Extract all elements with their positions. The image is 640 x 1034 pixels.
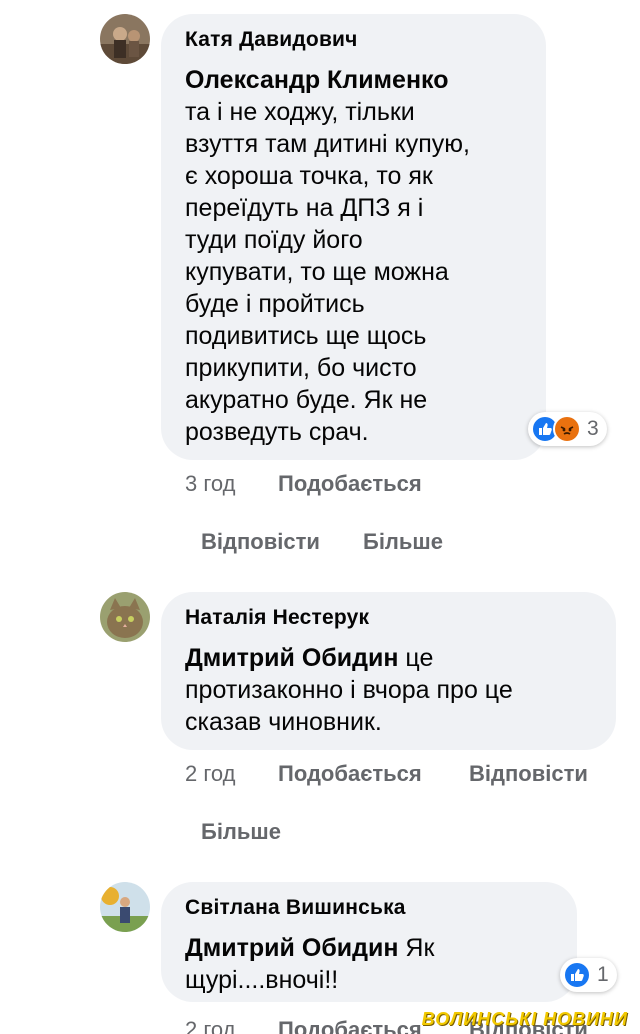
comment-text: Дмитрий Обидин Як щурі....вночі!! <box>185 932 553 996</box>
avatar[interactable] <box>100 14 150 64</box>
comment-line: та і не ходжу, тільки <box>185 98 415 126</box>
comment-bubble: Наталія Нестерук Дмитрий Обидин це проти… <box>161 592 616 750</box>
like-button[interactable]: Подобається <box>278 471 422 497</box>
mention-link[interactable]: Дмитрий Обидин <box>185 644 398 672</box>
comment-line: буде і пройтись <box>185 290 365 318</box>
comment-author[interactable]: Наталія Нестерук <box>185 606 592 630</box>
comment-author[interactable]: Катя Давидович <box>185 28 522 52</box>
watermark-logo: ВОЛИНСЬКІ НОВИНИ <box>421 1009 628 1029</box>
like-icon <box>563 961 591 989</box>
avatar[interactable] <box>100 882 150 932</box>
reply-button[interactable]: Відповісти <box>201 529 320 555</box>
reply-button[interactable]: Відповісти <box>469 761 588 787</box>
comment-bubble: Світлана Вишинська Дмитрий Обидин Як щур… <box>161 882 577 1002</box>
reaction-count: 1 <box>597 963 609 986</box>
mention-link[interactable]: Дмитрий Обидин <box>185 934 398 962</box>
comment-line: купувати, то ще можна <box>185 258 449 286</box>
avatar[interactable] <box>100 592 150 642</box>
comment-text-tail: Як <box>398 934 435 962</box>
comment-line: подивитись ще щось <box>185 322 427 350</box>
angry-icon <box>553 415 581 443</box>
comment-line: щурі....вночі!! <box>185 966 339 994</box>
more-button[interactable]: Більше <box>201 819 281 845</box>
comment-timestamp[interactable]: 2 год <box>185 761 235 787</box>
comment-actions: 3 год Подобається Відповісти Більше <box>185 471 605 554</box>
comment-line: взуття там дитині купую, <box>185 130 470 158</box>
comment-line: переїдуть на ДПЗ я і <box>185 194 424 222</box>
mention-link[interactable]: Олександр Клименко <box>185 66 449 94</box>
like-button[interactable]: Подобається <box>278 1017 422 1034</box>
comment-text-tail: це <box>398 644 434 672</box>
reaction-summary[interactable]: 1 <box>560 958 617 992</box>
reaction-summary[interactable]: 3 <box>528 412 607 446</box>
more-button[interactable]: Більше <box>363 529 443 555</box>
comment-text: Дмитрий Обидин це протизаконно і вчора п… <box>185 642 592 738</box>
like-button[interactable]: Подобається <box>278 761 422 787</box>
comment-bubble: Катя Давидович Олександр Клименко та і н… <box>161 14 546 460</box>
comment-line: прикупити, бо чисто <box>185 354 417 382</box>
comment-line: протизаконно і вчора про це <box>185 676 513 704</box>
comment-line: розведуть срач. <box>185 418 369 446</box>
comment-line: туди поїду його <box>185 226 363 254</box>
comment-author[interactable]: Світлана Вишинська <box>185 896 553 920</box>
comment-timestamp[interactable]: 2 год <box>185 1017 235 1034</box>
comment-text: Олександр Клименко та і не ходжу, тільки… <box>185 64 522 448</box>
comment-line: акуратно буде. Як не <box>185 386 428 414</box>
comment-line: є хороша точка, то як <box>185 162 433 190</box>
reaction-count: 3 <box>587 417 599 440</box>
comment-actions: 2 год Подобається Відповісти Більше <box>185 761 625 844</box>
comment-timestamp[interactable]: 3 год <box>185 471 235 497</box>
comment-line: сказав чиновник. <box>185 708 382 736</box>
